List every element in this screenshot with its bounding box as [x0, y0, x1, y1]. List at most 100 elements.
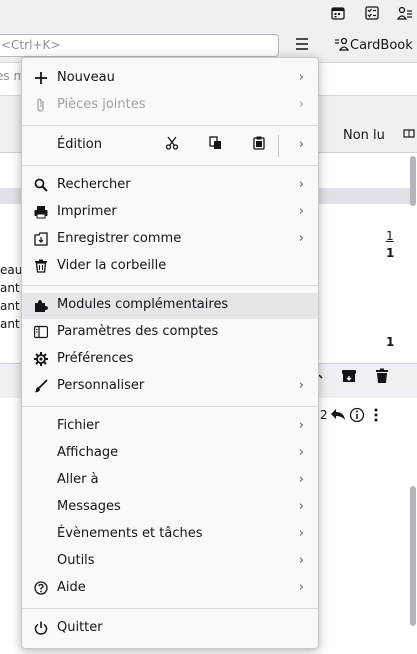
- thread-text-fragment: ant: [0, 317, 20, 331]
- chevron-right-icon: ›: [298, 553, 304, 568]
- menu-item-label: Nouveau: [57, 70, 115, 85]
- unread-column-header[interactable]: Non lu: [343, 128, 385, 143]
- thread-scrollbar[interactable]: [410, 156, 416, 206]
- cardbook-button[interactable]: CardBook: [334, 37, 413, 55]
- unread-count-link[interactable]: 1: [386, 229, 394, 243]
- menu-item-fichier[interactable]: Fichier ›: [22, 414, 318, 440]
- menu-item-label: Évènements et tâches: [57, 526, 203, 541]
- menu-item-label: Rechercher: [57, 177, 131, 192]
- chevron-icon[interactable]: [318, 370, 326, 385]
- menu-item-modules[interactable]: Modules complémentaires: [22, 293, 318, 319]
- app-menu-popup: Nouveau › Pièces jointes › Édition › Rec…: [21, 57, 319, 649]
- tasks-icon[interactable]: [364, 6, 380, 22]
- reply-icon[interactable]: [330, 407, 346, 425]
- cut-icon[interactable]: [162, 136, 182, 156]
- cardbook-icon: [334, 37, 350, 55]
- brush-icon: [33, 379, 49, 395]
- menu-item-label: Pièces jointes: [57, 97, 146, 112]
- menu-item-label: Modules complémentaires: [57, 297, 229, 312]
- thread-text-fragment: ant: [0, 281, 20, 295]
- chevron-right-icon: ›: [298, 97, 304, 112]
- header-count-fragment: 2: [320, 408, 328, 422]
- menu-item-label: Édition: [57, 137, 102, 152]
- menu-item-label: Imprimer: [57, 204, 117, 219]
- menu-item-quitter[interactable]: Quitter: [22, 616, 318, 642]
- menu-item-label: Fichier: [57, 418, 100, 433]
- menu-item-rechercher[interactable]: Rechercher ›: [22, 173, 318, 199]
- menu-item-affichage[interactable]: Affichage ›: [22, 441, 318, 467]
- menu-item-label: Enregistrer comme: [57, 231, 182, 246]
- menu-item-label: Messages: [57, 499, 121, 514]
- chevron-right-icon: ›: [298, 204, 304, 219]
- menu-item-label: Affichage: [57, 445, 119, 460]
- menu-item-aller-a[interactable]: Aller à ›: [22, 468, 318, 494]
- menu-item-vider-corbeille[interactable]: Vider la corbeille: [22, 254, 318, 280]
- chevron-right-icon: ›: [298, 177, 304, 192]
- trash-icon: [33, 259, 49, 275]
- plus-icon: [33, 71, 49, 87]
- chevron-right-icon: ›: [298, 70, 304, 85]
- chevron-right-icon: ›: [298, 378, 304, 393]
- menu-item-preferences[interactable]: Préférences: [22, 347, 318, 373]
- chevron-right-icon: ›: [298, 472, 304, 487]
- help-icon: [33, 581, 49, 597]
- chevron-right-icon: ›: [298, 526, 304, 541]
- thread-text-fragment: ant: [0, 299, 20, 313]
- menu-item-imprimer[interactable]: Imprimer ›: [22, 200, 318, 226]
- menu-separator: [22, 165, 318, 166]
- menu-item-label: Aller à: [57, 472, 99, 487]
- menu-separator: [22, 406, 318, 407]
- menu-separator: [22, 608, 318, 609]
- unread-count: 1: [386, 335, 395, 349]
- menu-item-personnaliser[interactable]: Personnaliser ›: [22, 374, 318, 400]
- more-options-icon[interactable]: [372, 407, 380, 427]
- chevron-right-icon: ›: [298, 231, 304, 246]
- top-toolbar: [0, 0, 417, 30]
- menu-item-aide[interactable]: Aide ›: [22, 576, 318, 602]
- copy-icon[interactable]: [206, 136, 226, 156]
- menu-item-label: Paramètres des comptes: [57, 324, 219, 339]
- puzzle-icon: [33, 298, 49, 314]
- menu-item-label: Outils: [57, 553, 95, 568]
- menu-item-label: Aide: [57, 580, 86, 595]
- app-menu-button[interactable]: [294, 37, 314, 55]
- chevron-right-icon: ›: [298, 580, 304, 595]
- menu-item-nouveau[interactable]: Nouveau ›: [22, 66, 318, 92]
- paperclip-icon: [33, 98, 49, 114]
- menu-separator: [22, 285, 318, 286]
- info-icon[interactable]: [349, 407, 365, 427]
- paste-icon[interactable]: [249, 136, 269, 156]
- unread-count: 1: [386, 246, 395, 260]
- printer-icon: [33, 205, 49, 221]
- menu-item-outils[interactable]: Outils ›: [22, 549, 318, 575]
- menu-item-parametres-comptes[interactable]: Paramètres des comptes: [22, 320, 318, 346]
- address-book-icon[interactable]: [396, 6, 413, 22]
- chevron-right-icon[interactable]: ›: [299, 137, 304, 152]
- column-picker-icon[interactable]: [403, 128, 415, 144]
- menu-item-label: Préférences: [57, 351, 134, 366]
- gear-icon: [33, 352, 49, 368]
- menu-item-messages[interactable]: Messages ›: [22, 495, 318, 521]
- menu-separator: [22, 125, 318, 126]
- save-icon: [33, 232, 49, 248]
- menu-item-pieces-jointes[interactable]: Pièces jointes ›: [22, 93, 318, 119]
- account-settings-icon: [33, 325, 49, 341]
- preview-scrollbar[interactable]: [410, 486, 416, 626]
- chevron-right-icon: ›: [298, 418, 304, 433]
- calendar-icon[interactable]: [330, 6, 346, 22]
- menu-item-label: Quitter: [57, 620, 103, 635]
- menu-item-edition: Édition ›: [22, 133, 318, 159]
- archive-icon[interactable]: [341, 368, 357, 388]
- chevron-right-icon: ›: [298, 445, 304, 460]
- menu-item-label: Vider la corbeille: [57, 258, 167, 273]
- delete-icon[interactable]: [374, 368, 390, 388]
- search-icon: [33, 178, 49, 194]
- chevron-right-icon: ›: [298, 499, 304, 514]
- menu-item-enregistrer-comme[interactable]: Enregistrer comme ›: [22, 227, 318, 253]
- menu-item-evenements-taches[interactable]: Évènements et tâches ›: [22, 522, 318, 548]
- cardbook-label: CardBook: [350, 38, 413, 53]
- search-input[interactable]: <Ctrl+K>: [0, 34, 279, 57]
- power-icon: [33, 621, 49, 637]
- thread-text-fragment: eau: [0, 263, 23, 277]
- search-placeholder: <Ctrl+K>: [1, 38, 61, 52]
